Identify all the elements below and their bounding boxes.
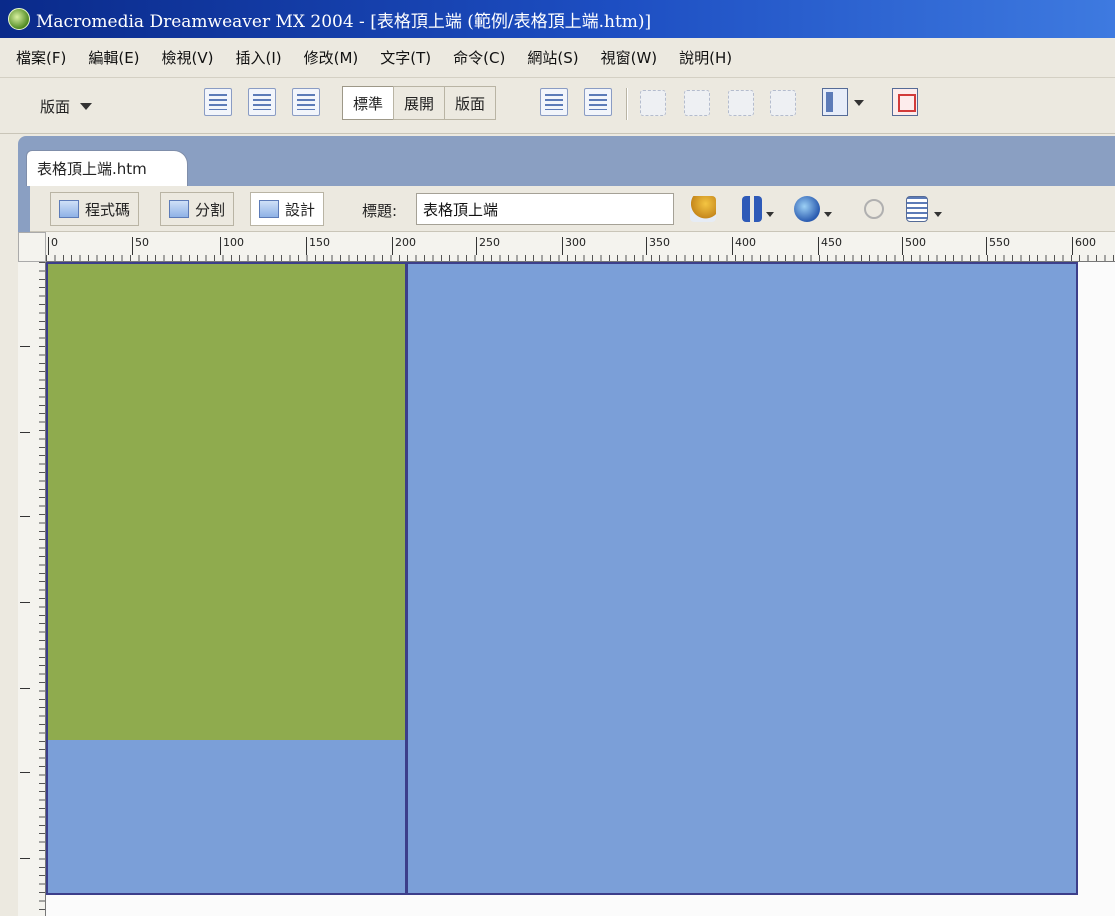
vertical-ruler-major-tick — [20, 772, 30, 773]
left-top-table-cell[interactable] — [48, 264, 405, 740]
split-view-button[interactable]: 分割 — [160, 192, 235, 226]
ruler-mark: 100 — [220, 237, 244, 255]
vertical-ruler-major-tick — [20, 858, 30, 859]
table-mode-group: 標準 展開 版面 — [342, 86, 497, 120]
right-table-cell[interactable] — [408, 264, 1076, 893]
code-view-icon — [59, 200, 79, 218]
dreamweaver-app-icon[interactable] — [8, 8, 30, 30]
toolbar-separator — [626, 88, 628, 120]
standard-mode-button[interactable]: 標準 — [342, 86, 395, 120]
code-view-button[interactable]: 程式碼 — [50, 192, 140, 226]
menu-help[interactable]: 說明(H) — [679, 47, 732, 68]
ruler-mark: 350 — [646, 237, 670, 255]
ruler-mark: 300 — [562, 237, 586, 255]
design-view-icon — [259, 200, 279, 218]
tabular-data-icon[interactable] — [892, 88, 918, 116]
table-icon[interactable] — [204, 88, 232, 116]
ruler-mark: 150 — [306, 237, 330, 255]
insert-category-dropdown[interactable]: 版面 — [40, 92, 93, 120]
insert-row-below-icon[interactable] — [684, 90, 710, 116]
file-management-caret-icon[interactable] — [766, 212, 774, 217]
window-title: Macromedia Dreamweaver MX 2004 - [表格頂上端 … — [36, 11, 652, 32]
document-tab-label: 表格頂上端.htm — [37, 160, 147, 178]
view-options-caret-icon[interactable] — [934, 212, 942, 217]
insert-category-label: 版面 — [40, 97, 71, 116]
vertical-ruler-major-tick — [20, 346, 30, 347]
insert-column-left-icon[interactable] — [728, 90, 754, 116]
layout-mode-button[interactable]: 版面 — [444, 86, 497, 120]
split-view-icon — [169, 200, 189, 218]
menu-view[interactable]: 檢視(V) — [162, 47, 214, 68]
ruler-origin[interactable] — [18, 232, 46, 262]
ruler-mark: 250 — [476, 237, 500, 255]
vertical-ruler-major-tick — [20, 688, 30, 689]
title-bar: Macromedia Dreamweaver MX 2004 - [表格頂上端 … — [0, 0, 1115, 38]
ruler-mark: 200 — [392, 237, 416, 255]
ruler-mark: 50 — [132, 237, 149, 255]
refresh-icon[interactable] — [864, 199, 884, 219]
ruler-mark: 600 — [1072, 237, 1096, 255]
document-tab[interactable]: 表格頂上端.htm — [26, 150, 188, 186]
menu-insert[interactable]: 插入(I) — [236, 47, 282, 68]
menu-file[interactable]: 檔案(F) — [16, 47, 66, 68]
frames-icon[interactable] — [822, 88, 848, 116]
menu-modify[interactable]: 修改(M) — [304, 47, 359, 68]
layout-table-icon[interactable] — [292, 88, 320, 116]
menu-edit[interactable]: 編輯(E) — [88, 47, 139, 68]
view-options-icon[interactable] — [906, 196, 928, 222]
split-view-label: 分割 — [195, 200, 226, 219]
draw-layout-table-icon[interactable] — [584, 88, 612, 116]
document-title-input[interactable] — [416, 193, 674, 225]
insert-column-right-icon[interactable] — [770, 90, 796, 116]
menu-bar: 檔案(F) 編輯(E) 檢視(V) 插入(I) 修改(M) 文字(T) 命令(C… — [0, 38, 1115, 78]
menu-commands[interactable]: 命令(C) — [453, 47, 505, 68]
vertical-ruler[interactable] — [18, 262, 46, 916]
preview-browser-icon[interactable] — [794, 196, 820, 222]
chevron-down-icon — [80, 102, 93, 110]
preview-browser-caret-icon[interactable] — [824, 212, 832, 217]
frames-dropdown-icon[interactable] — [854, 100, 864, 106]
code-view-label: 程式碼 — [85, 200, 131, 219]
ruler-mark: 400 — [732, 237, 756, 255]
menu-text[interactable]: 文字(T) — [380, 47, 431, 68]
left-bottom-table-cell[interactable] — [48, 740, 405, 893]
ruler-mark: 450 — [818, 237, 842, 255]
file-management-icon[interactable] — [742, 196, 762, 222]
browser-compatibility-icon[interactable] — [690, 196, 716, 222]
vertical-ruler-major-tick — [20, 602, 30, 603]
menu-window[interactable]: 視窗(W) — [601, 47, 658, 68]
ruler-mark: 550 — [986, 237, 1010, 255]
layer-icon[interactable] — [248, 88, 276, 116]
design-view-button[interactable]: 設計 — [250, 192, 325, 226]
vertical-ruler-major-tick — [20, 516, 30, 517]
ruler-mark: 0 — [48, 237, 58, 255]
vertical-ruler-major-tick — [20, 432, 30, 433]
column-divider[interactable] — [405, 262, 408, 895]
expanded-mode-button[interactable]: 展開 — [393, 86, 446, 120]
document-title-label: 標題: — [362, 202, 398, 220]
insert-row-above-icon[interactable] — [640, 90, 666, 116]
design-view-label: 設計 — [285, 200, 316, 219]
menu-site[interactable]: 網站(S) — [527, 47, 578, 68]
draw-layout-cell-icon[interactable] — [540, 88, 568, 116]
ruler-mark: 500 — [902, 237, 926, 255]
